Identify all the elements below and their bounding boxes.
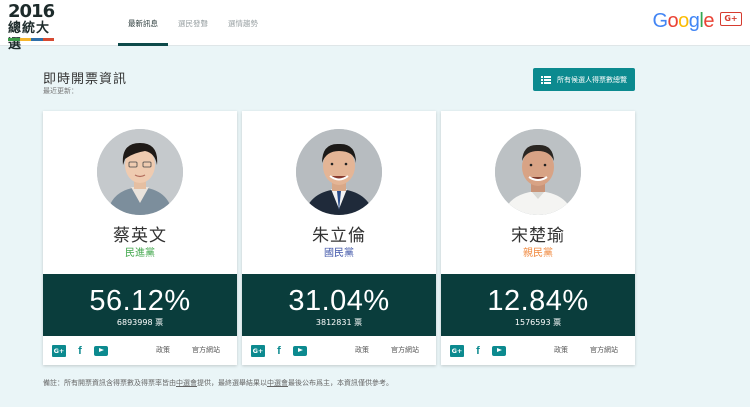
candidate-card: 宋楚瑜 親民黨 12.84% 1576593 票 G+ f 政策 官方網站	[441, 111, 635, 365]
candidate-party: 民進黨	[125, 248, 155, 259]
card-footer: G+ f 政策 官方網站	[43, 336, 237, 365]
all-candidates-votes-button[interactable]: 所有候選人得票數總覽	[533, 68, 635, 91]
logo-bar-green	[8, 38, 20, 41]
google-logo: Google	[652, 10, 714, 34]
note-prefix: 備註：所有開票資訊含得票數及得票率皆由	[43, 379, 176, 387]
official-site-link[interactable]: 官方網站	[590, 336, 618, 365]
facebook-icon[interactable]: f	[75, 345, 85, 357]
main-nav: 最新訊息 選民發聲 選情趨勢	[118, 0, 268, 46]
google-plus-icon[interactable]: G+	[52, 344, 66, 357]
google-letter: o	[667, 10, 679, 32]
google-letter: g	[688, 10, 700, 32]
last-updated-label: 最近更新：	[43, 87, 78, 95]
logo-bar-red	[42, 38, 54, 41]
candidate-photo	[97, 129, 183, 215]
vote-count: 1576593 票	[514, 318, 562, 327]
result-panel: 12.84% 1576593 票	[441, 274, 635, 336]
logo-bar-blue	[31, 38, 43, 41]
nav-tab-voter-voice[interactable]: 選民發聲	[168, 0, 218, 46]
cec-link[interactable]: 中選會	[176, 379, 197, 387]
candidate-card: 朱立倫 國民黨 31.04% 3812831 票 G+ f 政策 官方網站	[242, 111, 436, 365]
result-panel: 31.04% 3812831 票	[242, 274, 436, 336]
all-candidates-votes-label: 所有候選人得票數總覽	[557, 75, 627, 84]
vote-percentage: 12.84%	[487, 285, 589, 317]
candidate-card: 蔡英文 民進黨 56.12% 6893998 票 G+ f 政策 官方網站	[43, 111, 237, 365]
result-panel: 56.12% 6893998 票	[43, 274, 237, 336]
top-header: 2016 總統大選 最新訊息 選民發聲 選情趨勢 Google G+	[0, 0, 750, 52]
vote-count: 3812831 票	[315, 318, 363, 327]
google-letter: e	[703, 10, 714, 32]
logo[interactable]: 2016 總統大選	[8, 1, 60, 52]
candidate-party: 親民黨	[523, 248, 553, 259]
logo-bar-yellow	[19, 38, 31, 41]
facebook-icon[interactable]: f	[473, 345, 483, 357]
youtube-icon[interactable]	[94, 345, 108, 356]
logo-year: 2016	[8, 1, 55, 22]
page-title: 即時開票資訊	[43, 72, 128, 87]
note-middle: 提供，最終選舉結果以	[197, 379, 267, 387]
vote-count: 6893998 票	[116, 318, 164, 327]
candidate-name: 蔡英文	[113, 226, 167, 246]
candidate-party: 國民黨	[324, 248, 354, 259]
candidate-photo	[296, 129, 382, 215]
google-plus-icon[interactable]: G+	[251, 344, 265, 357]
official-site-link[interactable]: 官方網站	[192, 336, 220, 365]
nav-tab-latest-news[interactable]: 最新訊息	[118, 0, 168, 46]
google-plus-icon[interactable]: G+	[450, 344, 464, 357]
google-letter: o	[678, 10, 689, 32]
note-suffix: 最後公布爲主，本資訊僅供參考。	[288, 379, 393, 387]
card-footer: G+ f 政策 官方網站	[441, 336, 635, 365]
cec-link[interactable]: 中選會	[267, 379, 288, 387]
candidate-name: 宋楚瑜	[511, 226, 565, 246]
vote-percentage: 56.12%	[89, 285, 191, 317]
disclaimer-note: 備註：所有開票資訊含得票數及得票率皆由中選會提供，最終選舉結果以中選會最後公布爲…	[43, 378, 393, 388]
google-letter: G	[652, 10, 668, 32]
logo-title: 總統大選	[8, 21, 51, 52]
youtube-icon[interactable]	[293, 345, 307, 356]
policy-link[interactable]: 政策	[156, 336, 170, 365]
official-site-link[interactable]: 官方網站	[391, 336, 419, 365]
candidate-photo	[495, 129, 581, 215]
nav-tab-election-trends[interactable]: 選情趨勢	[218, 0, 268, 46]
list-grid-icon	[541, 75, 551, 84]
google-plus-button[interactable]: G+	[720, 12, 742, 26]
logo-color-bar	[8, 38, 54, 41]
candidate-name: 朱立倫	[312, 226, 366, 246]
youtube-icon[interactable]	[492, 345, 506, 356]
facebook-icon[interactable]: f	[274, 345, 284, 357]
card-footer: G+ f 政策 官方網站	[242, 336, 436, 365]
vote-percentage: 31.04%	[288, 285, 390, 317]
policy-link[interactable]: 政策	[554, 336, 568, 365]
policy-link[interactable]: 政策	[355, 336, 369, 365]
